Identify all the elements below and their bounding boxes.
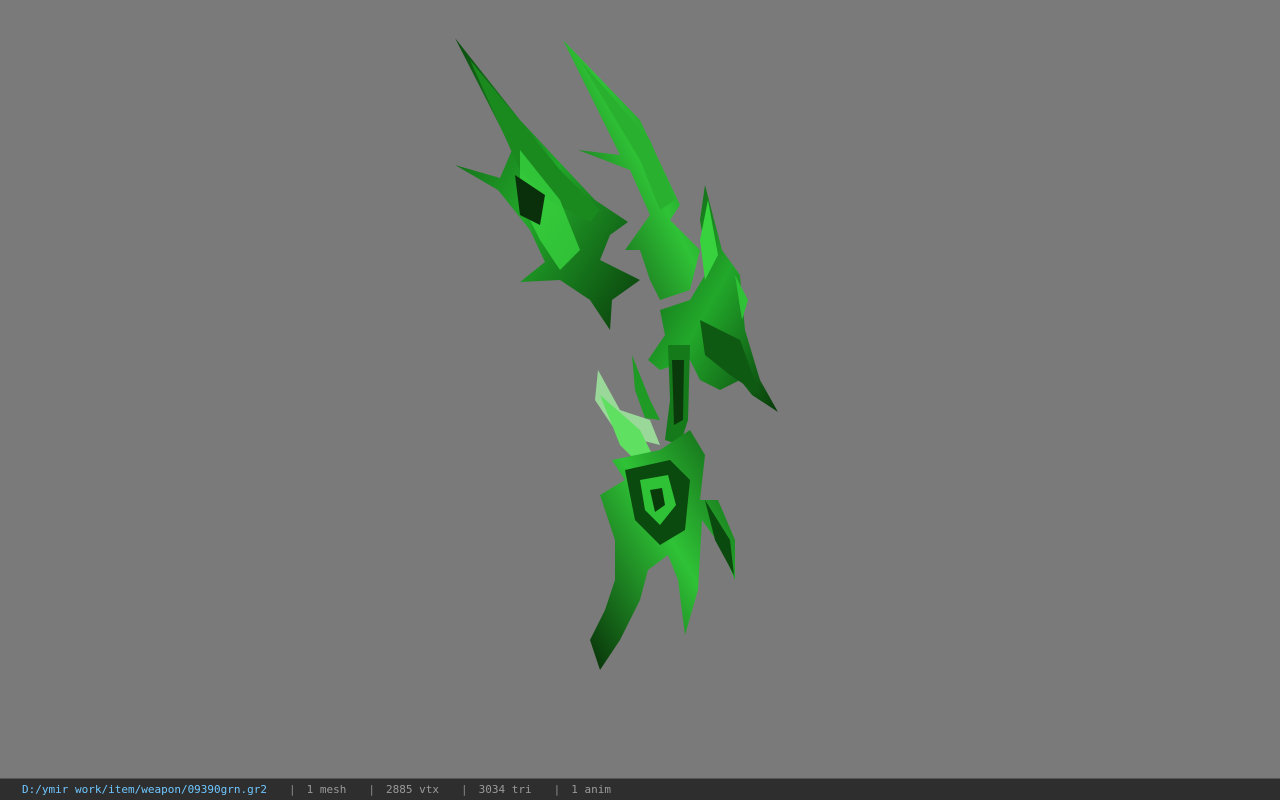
weapon-model bbox=[455, 38, 778, 670]
3d-viewport[interactable] bbox=[0, 0, 1280, 778]
mesh-count: 1 mesh bbox=[306, 783, 347, 796]
separator: | bbox=[553, 783, 561, 796]
separator: | bbox=[368, 783, 376, 796]
separator: | bbox=[289, 783, 296, 796]
file-path: D:/ymir work/item/weapon/09390grn.gr2 bbox=[22, 783, 268, 796]
dragon-neck bbox=[665, 345, 690, 445]
vertex-count: 2885 vtx bbox=[386, 783, 440, 796]
triangle-count: 3034 tri bbox=[478, 783, 532, 796]
status-bar: D:/ymir work/item/weapon/09390grn.gr2 | … bbox=[0, 778, 1280, 800]
separator: | bbox=[461, 783, 468, 796]
weapon-grip bbox=[590, 430, 735, 670]
left-wing bbox=[455, 38, 640, 330]
animation-count: 1 anim bbox=[571, 783, 612, 796]
